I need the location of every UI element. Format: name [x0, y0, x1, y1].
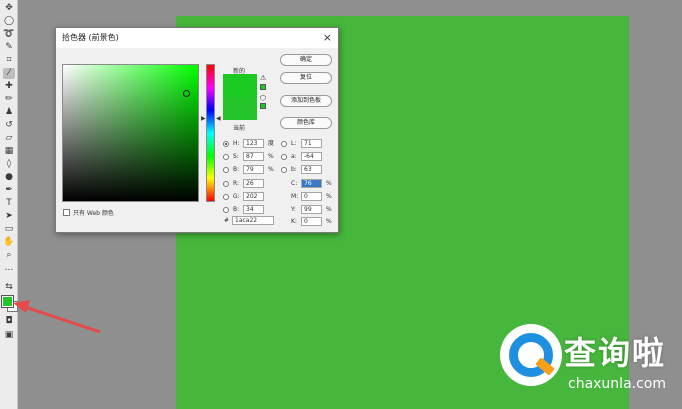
add-to-swatches-button[interactable]: 添加到色板	[280, 95, 332, 107]
hue-slider[interactable]	[206, 64, 215, 202]
input-b[interactable]: 79	[243, 165, 264, 174]
web-only-checkbox[interactable]	[63, 209, 70, 216]
dialog-title: 拾色器 (前景色)	[56, 28, 338, 48]
gamut-swatch[interactable]	[260, 84, 266, 90]
field-lab-b: b: 63	[281, 165, 331, 175]
hue-slider-left-icon[interactable]: ▶	[201, 116, 206, 122]
input-blue[interactable]: 34	[243, 205, 264, 214]
field-c: C: 76 %	[291, 179, 332, 188]
gradient-icon[interactable]: ▦	[3, 146, 15, 157]
field-k: K: 0 %	[291, 217, 332, 226]
radio-a[interactable]	[281, 154, 287, 160]
radio-s[interactable]	[223, 154, 229, 160]
radio-lab-b[interactable]	[281, 167, 287, 173]
search-logo-icon	[500, 324, 562, 386]
input-c[interactable]: 76	[301, 179, 322, 188]
input-a[interactable]: -64	[301, 152, 322, 161]
current-color-label: 当前	[233, 125, 246, 132]
shape-icon[interactable]: ▭	[3, 224, 15, 235]
lasso-icon[interactable]: ➰	[3, 29, 15, 40]
stamp-icon[interactable]: ♟	[3, 107, 15, 118]
path-select-icon[interactable]: ➤	[3, 211, 15, 222]
field-a: a: -64	[281, 152, 331, 162]
field-g: G: 202	[223, 192, 278, 202]
gamut-warning-icon[interactable]: ⚠	[260, 74, 266, 82]
field-s: S: 87 %	[223, 152, 278, 162]
move-icon[interactable]: ✥	[3, 3, 15, 14]
more-icon[interactable]: …	[3, 263, 15, 274]
blur-icon[interactable]: ◊	[3, 159, 15, 170]
new-color-swatch	[223, 74, 257, 97]
quick-select-icon[interactable]: ✎	[3, 42, 15, 53]
hex-label: #	[224, 217, 230, 224]
hex-input[interactable]: 1aca22	[232, 216, 274, 225]
web-safe-warning-icon[interactable]: ⬡	[260, 94, 266, 102]
input-r[interactable]: 26	[243, 179, 264, 188]
color-picker-dialog: 拾色器 (前景色) × ▶ ◀ 新的 当前 ⚠ ⬡ 确定 复位 添加到色板 颜色…	[55, 27, 339, 233]
close-icon[interactable]: ×	[323, 31, 332, 45]
ok-button[interactable]: 确定	[280, 54, 332, 66]
radio-blue[interactable]	[223, 207, 229, 213]
hue-slider-right-icon[interactable]: ◀	[216, 116, 221, 122]
input-lab-b[interactable]: 63	[301, 165, 322, 174]
watermark: 查询啦 chaxunla.com	[500, 322, 676, 404]
field-blue: B: 34	[223, 205, 278, 215]
pen-icon[interactable]: ✒	[3, 185, 15, 196]
healing-icon[interactable]: ✚	[3, 81, 15, 92]
input-l[interactable]: 71	[301, 139, 322, 148]
foreground-color-swatch[interactable]	[1, 295, 14, 308]
radio-h[interactable]	[223, 141, 229, 147]
field-y: Y: 99 %	[291, 205, 332, 214]
watermark-en: chaxunla.com	[568, 376, 666, 392]
history-brush-icon[interactable]: ↺	[3, 120, 15, 131]
dodge-icon[interactable]: ●	[3, 172, 15, 183]
brush-icon[interactable]: ✏	[3, 94, 15, 105]
input-m[interactable]: 0	[301, 192, 322, 201]
input-s[interactable]: 87	[243, 152, 264, 161]
input-k[interactable]: 0	[301, 217, 322, 226]
field-b: B: 79 %	[223, 165, 278, 175]
screen-mode-icon[interactable]: ▣	[3, 330, 15, 341]
web-only-label: 只有 Web 颜色	[73, 210, 114, 217]
radio-b[interactable]	[223, 167, 229, 173]
radio-l[interactable]	[281, 141, 287, 147]
zoom-icon[interactable]: ⌕	[3, 250, 15, 261]
input-h[interactable]: 123	[243, 139, 264, 148]
radio-g[interactable]	[223, 194, 229, 200]
watermark-cn: 查询啦	[564, 334, 667, 372]
tools-panel: ✥ ◯ ➰ ✎ ⌗ ⁄ ✚ ✏ ♟ ↺ ▱ ▦ ◊ ● ✒ T ➤ ▭ ✋ ⌕ …	[0, 0, 18, 409]
web-safe-swatch[interactable]	[260, 103, 266, 109]
eyedropper-icon[interactable]: ⁄	[3, 68, 15, 79]
reset-button[interactable]: 复位	[280, 72, 332, 84]
field-l: L: 71	[281, 139, 331, 149]
radio-r[interactable]	[223, 181, 229, 187]
current-color-swatch[interactable]	[223, 97, 257, 120]
text-icon[interactable]: T	[3, 198, 15, 209]
field-m: M: 0 %	[291, 192, 332, 201]
field-r: R: 26	[223, 179, 278, 189]
crop-icon[interactable]: ⌗	[3, 55, 15, 66]
hand-icon[interactable]: ✋	[3, 237, 15, 248]
color-libraries-button[interactable]: 颜色库	[280, 117, 332, 129]
ellipse-marquee-icon[interactable]: ◯	[3, 16, 15, 27]
field-h: H: 123 度	[223, 139, 278, 149]
input-g[interactable]: 202	[243, 192, 264, 201]
eraser-icon[interactable]: ▱	[3, 133, 15, 144]
swap-colors-icon[interactable]: ⇆	[3, 282, 15, 293]
arrow-line	[21, 304, 101, 334]
saturation-brightness-field[interactable]	[62, 64, 199, 202]
quick-mask-icon[interactable]: ◘	[3, 316, 15, 327]
input-y[interactable]: 99	[301, 205, 322, 214]
color-marker[interactable]	[183, 90, 190, 97]
